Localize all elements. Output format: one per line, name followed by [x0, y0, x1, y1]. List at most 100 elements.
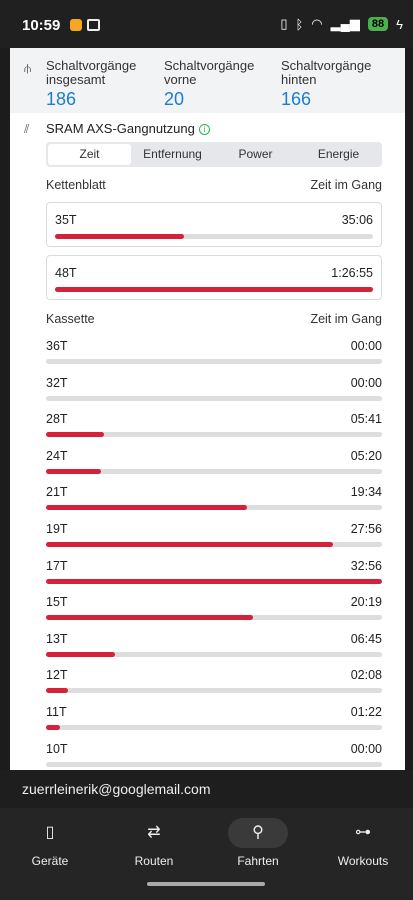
home-indicator[interactable] [147, 882, 265, 886]
gear-label: 19T [46, 522, 68, 536]
gear-label: 24T [46, 448, 68, 463]
cassette-row: 15T 20:19 [46, 595, 382, 631]
bottom-nav: ▯ Geräte ⇄ Routen ⚲ Fahrten ⊶ Workouts [0, 808, 413, 900]
tab-entfernung[interactable]: Entfernung [131, 144, 214, 165]
chainring-title: Kettenblatt [46, 178, 106, 192]
gear-time: 35:06 [341, 213, 373, 227]
cassette-row: 19T 27:56 [46, 522, 382, 558]
tab-energie[interactable]: Energie [297, 144, 380, 165]
nav-label: Routen [134, 854, 174, 868]
stat-label: Schaltvorgänge hinten [281, 58, 372, 87]
usage-track [46, 651, 382, 657]
charging-icon: ϟ [396, 16, 403, 32]
usage-bar [55, 234, 184, 239]
gear-label: 12T [46, 668, 68, 683]
stat-front: Schaltvorgänge vorne 20 [164, 59, 282, 110]
usage-bar [46, 688, 68, 694]
usage-bar [46, 651, 115, 657]
gear-label: 35T [55, 213, 77, 227]
cassette-row: 32T 00:00 [46, 376, 382, 412]
usage-bar [46, 505, 247, 511]
nav-item-routen[interactable]: ⇄ Routen [104, 818, 204, 868]
usage-track [46, 761, 382, 767]
gear-time: 20:19 [350, 595, 382, 610]
vibrate-icon: ▯ [280, 16, 288, 31]
tab-power[interactable]: Power [214, 144, 297, 165]
chainring-row: 48T 1:26:55 [46, 255, 382, 300]
gear-label: 21T [46, 485, 68, 500]
gear-usage-panel[interactable]: ⫛ Schaltvorgänge insgesamt 186 Schaltvor… [10, 48, 405, 770]
cassette-row: 17T 32:56 [46, 559, 382, 595]
usage-track [46, 688, 382, 694]
gear-label: 11T [46, 705, 67, 719]
mail-notification-icon [87, 19, 100, 31]
gear-label: 28T [46, 412, 68, 427]
gear-time: 00:00 [350, 741, 382, 756]
stat-value: 186 [46, 89, 77, 109]
cassette-row: 21T 19:34 [46, 485, 382, 521]
chainring-row: 35T 35:06 [46, 202, 382, 247]
battery-icon: 88 [367, 17, 389, 31]
nav-item-geräte[interactable]: ▯ Geräte [0, 818, 100, 868]
cassette-row: 12T 02:08 [46, 668, 382, 704]
usage-bar [46, 542, 333, 547]
clock: 10:59 [22, 17, 61, 34]
device-icon: ▯ [45, 824, 55, 841]
app-notification-icon [70, 19, 82, 31]
gear-label: 10T [46, 741, 68, 756]
route-icon: ⇄ [147, 824, 161, 841]
gear-label: 36T [46, 339, 68, 353]
gear-time: 02:08 [350, 668, 382, 683]
usage-track [46, 468, 382, 474]
gear-label: 32T [46, 375, 68, 390]
usage-track [46, 615, 382, 621]
account-bar[interactable]: zuerrleinerik@googlemail.com [0, 770, 413, 808]
gear-time: 19:34 [350, 485, 382, 500]
stat-total: Schaltvorgänge insgesamt 186 [46, 59, 164, 110]
gear-time: 05:20 [350, 448, 382, 463]
gear-label: 17T [46, 558, 68, 573]
gear-time: 01:22 [350, 705, 382, 719]
usage-bar [55, 287, 373, 292]
cassette-row: 11T 01:22 [46, 705, 382, 741]
stat-label: Schaltvorgänge insgesamt [46, 58, 137, 87]
usage-track [55, 287, 373, 292]
nav-item-fahrten[interactable]: ⚲ Fahrten [208, 818, 308, 868]
gear-label: 48T [55, 266, 77, 280]
gear-label: 13T [46, 631, 68, 646]
cassette-row: 24T 05:20 [46, 449, 382, 485]
account-email: zuerrleinerik@googlemail.com [22, 781, 211, 797]
wifi-icon: ◠ [311, 16, 323, 31]
usage-bar [46, 615, 254, 621]
usage-track [46, 505, 382, 511]
gear-time: 32:56 [350, 558, 382, 573]
usage-track [46, 359, 382, 364]
nav-item-workouts[interactable]: ⊶ Workouts [313, 818, 413, 868]
gear-label: 15T [46, 595, 68, 610]
cassette-row: 13T 06:45 [46, 632, 382, 668]
cassette-row: 10T 00:00 [46, 742, 382, 770]
bluetooth-icon: ᛒ [295, 16, 304, 32]
info-icon[interactable]: i [198, 124, 210, 136]
usage-track [46, 578, 382, 584]
usage-track [46, 542, 382, 547]
usage-track [55, 234, 373, 239]
bike-icon: ⚲ [228, 818, 288, 848]
tab-zeit[interactable]: Zeit [48, 144, 131, 165]
shift-stats: ⫛ Schaltvorgänge insgesamt 186 Schaltvor… [10, 48, 405, 113]
gear-time: 05:41 [350, 412, 382, 427]
cassette-col-label: Zeit im Gang [310, 312, 382, 326]
usage-bar [46, 578, 382, 584]
chainring-col-label: Zeit im Gang [310, 178, 382, 192]
system-icons: ▯ ᛒ ◠ ▂▄▆ 88 ϟ [280, 16, 403, 32]
stat-value: 166 [281, 89, 312, 109]
usage-bar [46, 432, 105, 438]
stat-label: Schaltvorgänge vorne [164, 58, 255, 87]
stat-rear: Schaltvorgänge hinten 166 [281, 59, 399, 110]
usage-track [46, 725, 382, 730]
status-bar: 10:59 ▯ ᛒ ◠ ▂▄▆ 88 ϟ [0, 0, 413, 48]
usage-bar [46, 725, 61, 730]
gear-time: 00:00 [350, 375, 382, 390]
chainring-header: Kettenblatt Zeit im Gang [46, 178, 382, 192]
metric-tabs: Zeit Entfernung Power Energie [46, 142, 382, 167]
